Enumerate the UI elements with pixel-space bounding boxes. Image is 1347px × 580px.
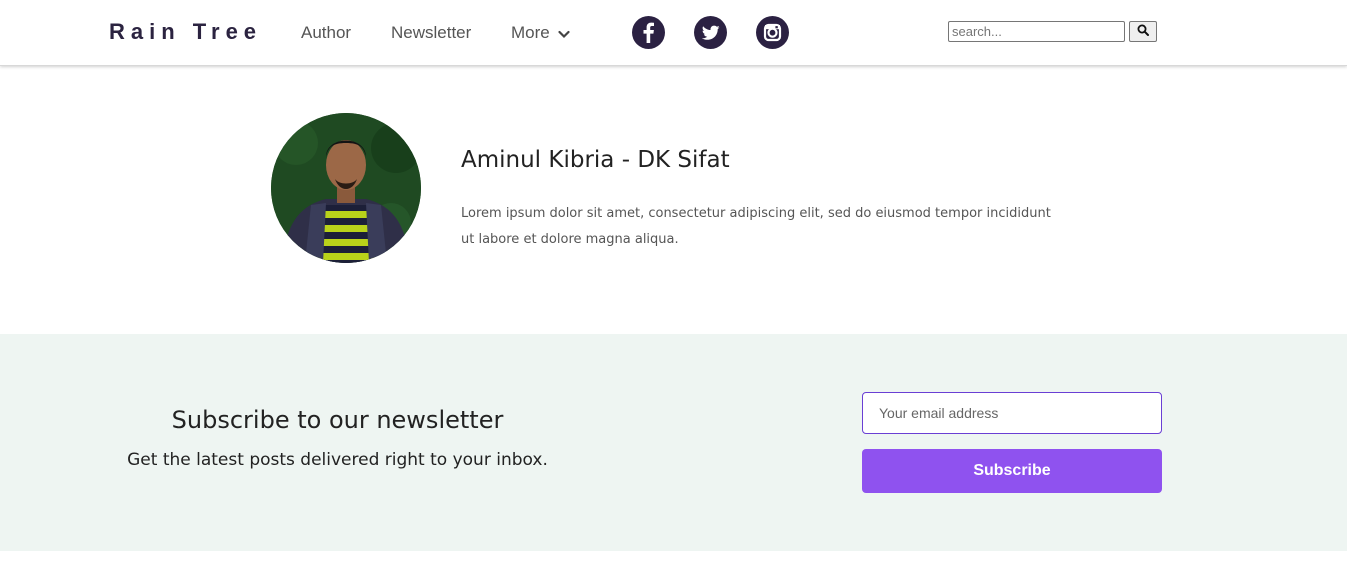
search-icon xyxy=(1137,23,1149,41)
chevron-down-icon xyxy=(558,24,571,44)
author-name: Aminul Kibria - DK Sifat xyxy=(461,147,730,173)
email-field[interactable] xyxy=(862,392,1162,434)
nav-author-link[interactable]: Author xyxy=(301,23,351,43)
newsletter-title: Subscribe to our newsletter xyxy=(171,406,504,434)
author-bio: Lorem ipsum dolor sit amet, consectetur … xyxy=(461,206,1051,247)
author-avatar xyxy=(271,113,421,263)
facebook-icon[interactable] xyxy=(632,16,665,49)
instagram-icon[interactable] xyxy=(756,16,789,49)
search-button[interactable] xyxy=(1129,21,1157,42)
brand-logo[interactable]: Rain Tree xyxy=(109,19,262,45)
newsletter-subtitle: Get the latest posts delivered right to … xyxy=(127,450,548,470)
nav-more-label: More xyxy=(511,23,550,42)
twitter-icon[interactable] xyxy=(694,16,727,49)
nav-newsletter-link[interactable]: Newsletter xyxy=(391,23,471,43)
nav-more-dropdown[interactable]: More xyxy=(511,23,571,44)
newsletter-section: Subscribe to our newsletter Get the late… xyxy=(0,334,1347,551)
subscribe-button[interactable]: Subscribe xyxy=(862,449,1162,493)
search-input[interactable] xyxy=(948,21,1125,42)
top-navbar: Rain Tree Author Newsletter More xyxy=(0,0,1347,66)
